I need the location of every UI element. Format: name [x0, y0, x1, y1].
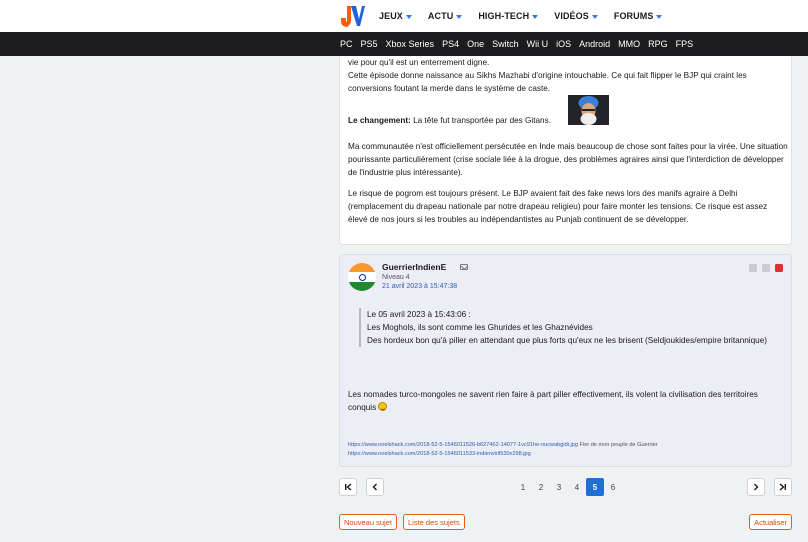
report-icon[interactable]	[775, 264, 783, 272]
quote-icon[interactable]	[749, 264, 757, 272]
quote-line: Des hordeux bon qu'à piller en attendant…	[367, 336, 768, 345]
main-nav: JEUX ACTU HIGH-TECH VIDÉOS FORUMS	[379, 0, 663, 32]
new-topic-button[interactable]: Nouveau sujet	[339, 514, 397, 530]
platform-pc[interactable]: PC	[340, 39, 353, 49]
india-flag-avatar[interactable]	[348, 263, 376, 291]
page-link[interactable]: 4	[568, 478, 586, 496]
platform-mmo[interactable]: MMO	[618, 39, 640, 49]
chevron-right-icon	[754, 483, 759, 491]
nav-videos-label: VIDÉOS	[554, 11, 589, 21]
platform-fps[interactable]: FPS	[676, 39, 694, 49]
nav-jeux[interactable]: JEUX	[379, 11, 412, 21]
page-link[interactable]: 2	[532, 478, 550, 496]
refresh-button[interactable]: Actualiser	[749, 514, 792, 530]
nav-forums[interactable]: FORUMS	[614, 11, 663, 21]
platform-wii-u[interactable]: Wii U	[527, 39, 549, 49]
signature-text: Fier de mon peuple de Guerrier	[578, 442, 658, 448]
post-text-paragraph: Le risque de pogrom est toujours présent…	[348, 189, 768, 224]
chevron-down-icon	[591, 14, 598, 19]
sikh-portrait-image[interactable]	[568, 95, 609, 125]
pagination: 1 2 3 4 5 6	[339, 478, 792, 498]
prev-page-button[interactable]	[366, 478, 384, 496]
signature-line: https://www.noelshack.com/2018-52-5-1546…	[348, 441, 658, 450]
signature-link[interactable]: https://www.noelshack.com/2018-52-5-1546…	[348, 451, 531, 457]
platform-ps4[interactable]: PS4	[442, 39, 459, 49]
page-link[interactable]: 3	[550, 478, 568, 496]
chevron-down-icon	[405, 14, 412, 19]
post-tools	[749, 264, 783, 272]
nav-videos[interactable]: VIDÉOS	[554, 11, 598, 21]
flag-band-green	[348, 281, 376, 291]
topic-actions: Nouveau sujet Liste des sujets Actualise…	[339, 514, 792, 530]
forum-post: GuerrierIndienE Niveau 4 21 avril 2023 à…	[339, 254, 792, 467]
change-text: La tête fut transportée par des Gitans.	[410, 116, 551, 125]
post-text-paragraph: Ma communautée n'est officiellement pers…	[348, 142, 788, 177]
change-label: Le changement:	[348, 116, 411, 125]
topic-list-button[interactable]: Liste des sujets	[403, 514, 465, 530]
chevron-down-icon	[532, 14, 539, 19]
page-link[interactable]: 6	[604, 478, 622, 496]
signature-link[interactable]: https://www.noelshack.com/2018-52-5-1546…	[348, 442, 578, 448]
quote-header: Le 05 avril 2023 à 15:43:06 :	[367, 310, 471, 319]
nav-jeux-label: JEUX	[379, 11, 403, 21]
platform-android[interactable]: Android	[579, 39, 610, 49]
chevron-down-icon	[456, 14, 463, 19]
chakra-icon	[358, 273, 366, 281]
platform-xbox-series[interactable]: Xbox Series	[386, 39, 435, 49]
post-body: Les nomades turco-mongoles ne savent rie…	[348, 388, 778, 414]
block-icon[interactable]	[762, 264, 770, 272]
platform-rpg[interactable]: RPG	[648, 39, 668, 49]
post-text-paragraph: Cette épisode donne naissance au Sikhs M…	[348, 71, 747, 93]
page-link[interactable]: 1	[514, 478, 532, 496]
last-page-icon	[779, 483, 786, 491]
post-body-text: Les nomades turco-mongoles ne savent rie…	[348, 390, 758, 412]
nav-forums-label: FORUMS	[613, 11, 654, 21]
quote-line: Les Moghols, ils sont comme les Ghurides…	[367, 323, 593, 332]
platform-ps5[interactable]: PS5	[361, 39, 378, 49]
nav-high-tech-label: HIGH-TECH	[478, 11, 530, 21]
post-text-line: vie pour qu'il est un enterrement digne.	[348, 58, 490, 67]
nav-actu[interactable]: ACTU	[427, 11, 463, 21]
next-page-button[interactable]	[747, 478, 765, 496]
last-page-button[interactable]	[774, 478, 792, 496]
top-header: JEUX ACTU HIGH-TECH VIDÉOS FORUMS	[0, 0, 808, 32]
forum-post-previous: vie pour qu'il est un enterrement digne.…	[339, 56, 792, 245]
mail-icon[interactable]	[460, 264, 468, 270]
platform-switch[interactable]: Switch	[492, 39, 519, 49]
platform-ios[interactable]: iOS	[556, 39, 571, 49]
quote-block: Le 05 avril 2023 à 15:43:06 : Les Moghol…	[359, 308, 779, 347]
first-page-icon	[345, 483, 352, 491]
smiley-icon	[378, 402, 388, 411]
signature-line: https://www.noelshack.com/2018-52-5-1546…	[348, 450, 658, 459]
nav-high-tech[interactable]: HIGH-TECH	[478, 11, 539, 21]
platform-bar: PC PS5 Xbox Series PS4 One Switch Wii U …	[0, 32, 808, 56]
first-page-button[interactable]	[339, 478, 357, 496]
post-signature: https://www.noelshack.com/2018-52-5-1546…	[348, 441, 658, 459]
flag-band-saffron	[348, 263, 376, 273]
platform-one[interactable]: One	[467, 39, 484, 49]
page-list: 1 2 3 4 5 6	[514, 478, 622, 496]
chevron-down-icon	[656, 14, 663, 19]
jv-logo[interactable]	[339, 5, 365, 27]
post-date[interactable]: 21 avril 2023 à 15:47:38	[382, 283, 457, 290]
post-author[interactable]: GuerrierIndienE	[382, 262, 446, 272]
chevron-left-icon	[372, 483, 377, 491]
portrait-icon	[568, 95, 609, 125]
platform-nav: PC PS5 Xbox Series PS4 One Switch Wii U …	[340, 32, 693, 56]
author-level: Niveau 4	[382, 274, 410, 281]
page-current[interactable]: 5	[586, 478, 604, 496]
nav-actu-label: ACTU	[427, 11, 454, 21]
